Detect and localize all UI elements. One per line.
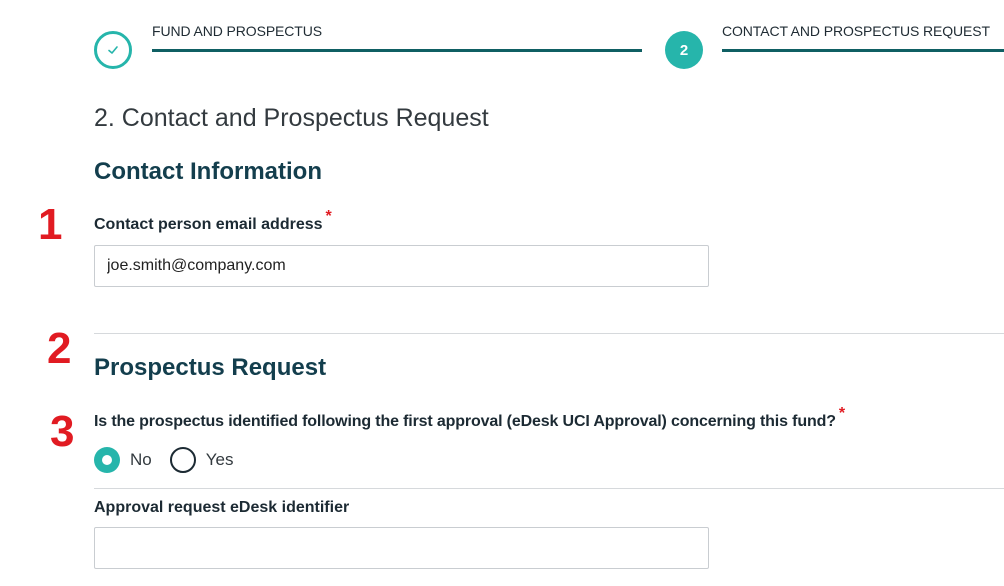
field-divider <box>94 488 1004 489</box>
step-1-line <box>152 49 642 52</box>
email-label-text: Contact person email address <box>94 216 323 233</box>
check-icon <box>108 46 118 54</box>
annotation-marker-3: 3 <box>50 407 75 456</box>
radio-no[interactable] <box>94 447 120 473</box>
required-mark: * <box>838 405 845 422</box>
identifier-label: Approval request eDesk identifier <box>94 499 350 516</box>
step-2-line <box>722 49 1004 52</box>
identifier-field[interactable] <box>94 527 709 569</box>
email-field[interactable] <box>94 245 709 287</box>
step-1-completed[interactable] <box>94 31 132 69</box>
contact-information-heading: Contact Information <box>94 158 322 185</box>
radio-no-label[interactable]: No <box>130 450 152 470</box>
annotation-marker-2: 2 <box>47 324 72 373</box>
radio-option-yes[interactable]: Yes <box>169 447 234 473</box>
email-label: Contact person email address * <box>94 208 332 234</box>
step-2-number: 2 <box>679 41 689 59</box>
page: FUND AND PROSPECTUS 2 CONTACT AND PROSPE… <box>0 0 1004 586</box>
section-divider <box>94 333 1004 334</box>
prospectus-question-text: Is the prospectus identified following t… <box>94 413 836 430</box>
radio-option-no[interactable]: No <box>94 447 152 473</box>
step-2-current[interactable]: 2 <box>665 31 703 69</box>
step-1-label: FUND AND PROSPECTUS <box>152 23 323 39</box>
radio-yes-label[interactable]: Yes <box>206 450 234 470</box>
prospectus-question-label: Is the prospectus identified following t… <box>94 405 845 431</box>
prospectus-request-heading: Prospectus Request <box>94 354 327 381</box>
annotation-marker-1: 1 <box>38 200 63 249</box>
radio-yes[interactable] <box>169 447 196 473</box>
step-2-label: CONTACT AND PROSPECTUS REQUEST <box>722 23 990 39</box>
page-title: 2. Contact and Prospectus Request <box>94 104 489 132</box>
prospectus-radio-group: No Yes <box>94 447 251 473</box>
required-mark: * <box>325 208 332 225</box>
